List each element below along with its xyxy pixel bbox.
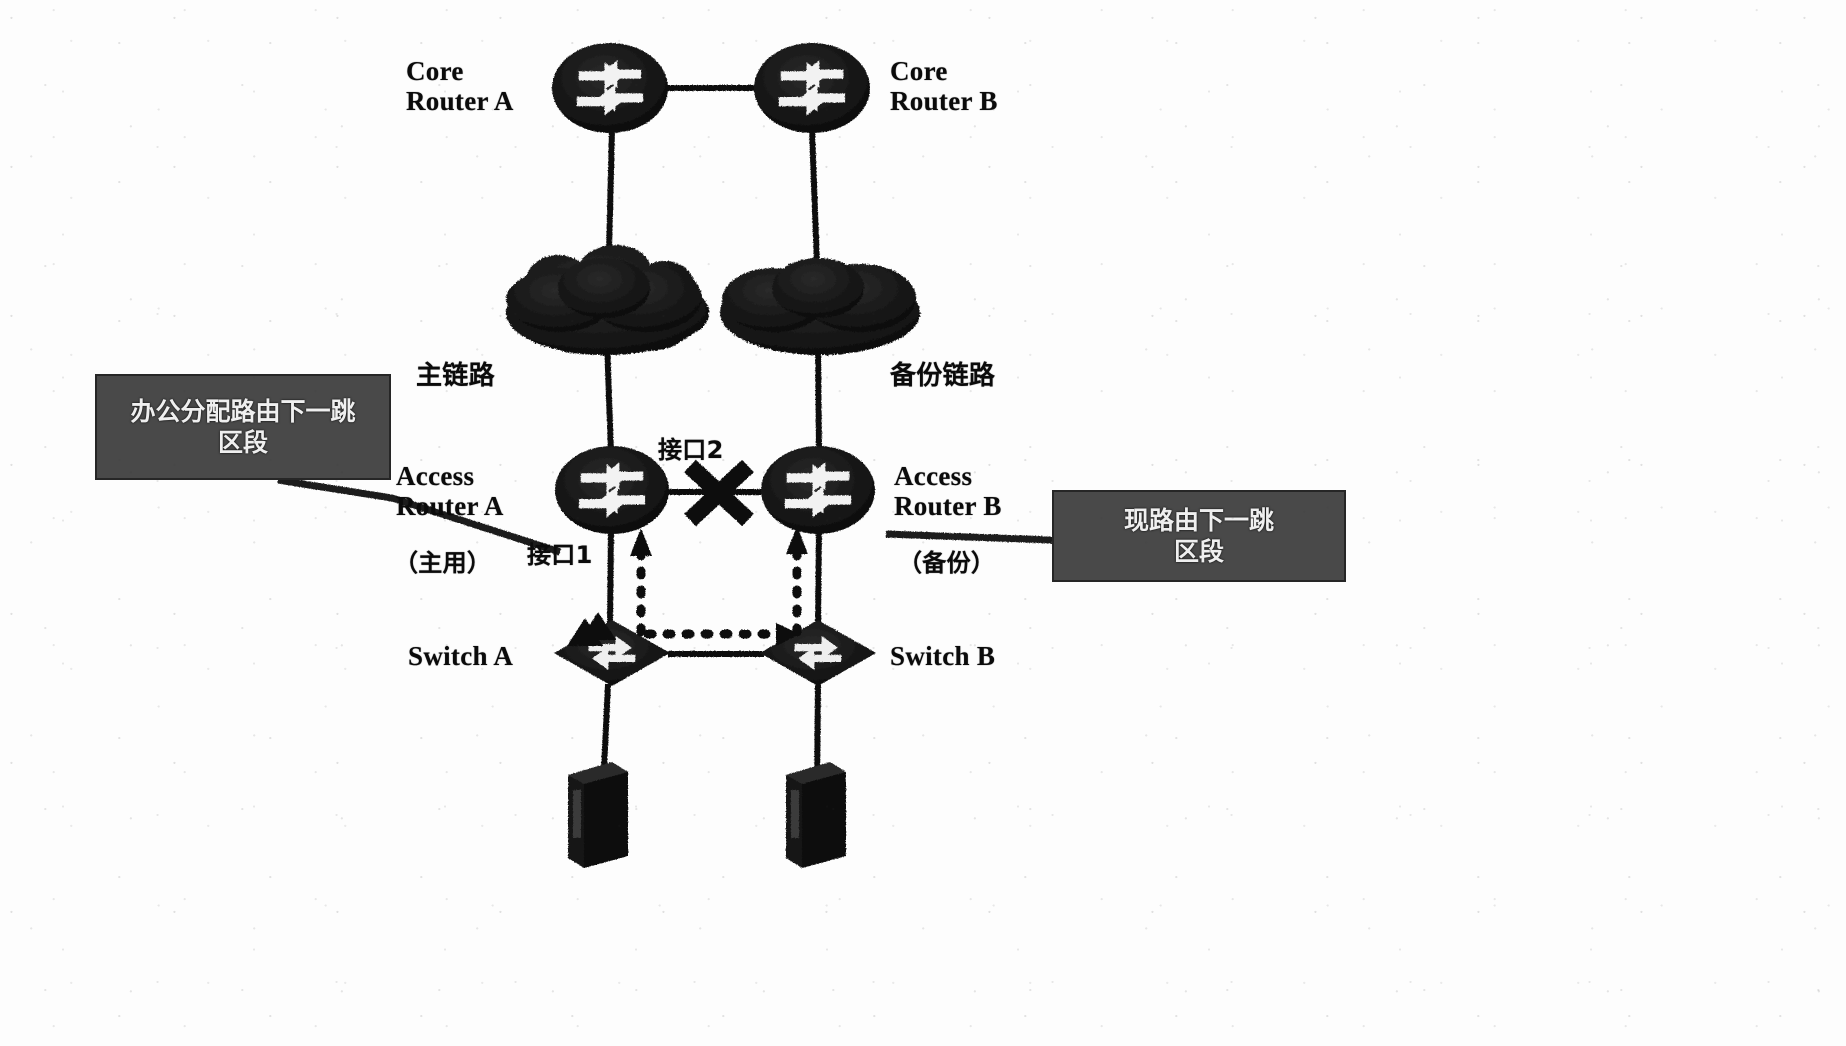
callout-right-line2: 区段 <box>1173 537 1224 566</box>
callout-left: 办公分配路由下一跳 区段 <box>95 374 391 480</box>
label-backup-link: 备份链路 <box>890 361 996 391</box>
cloud-backup-link <box>720 258 920 355</box>
traffic-path-arrowheads <box>630 526 808 646</box>
callout-left-line1: 办公分配路由下一跳 <box>130 396 356 426</box>
network-topology-svg <box>277 43 1053 868</box>
label-switch-a: Switch A <box>408 641 514 671</box>
label-access-router-a-role: （主用） <box>394 549 492 577</box>
label-interface-1: 接口1 <box>527 541 593 569</box>
device-access-router-a <box>555 446 669 534</box>
label-access-router-a: Access Router A <box>396 461 504 522</box>
cloud-primary-link <box>506 244 710 355</box>
diagram-canvas: Core Router A Core Router B 主链路 备份链路 接口2… <box>0 0 1846 1046</box>
leader-line-right-callout <box>885 530 1053 544</box>
callout-left-line2: 区段 <box>217 428 268 457</box>
label-core-router-a: Core Router A <box>406 56 514 117</box>
callout-right-line1: 现路由下一跳 <box>1123 505 1274 535</box>
label-primary-link: 主链路 <box>416 361 495 391</box>
label-access-router-b-role: （备份） <box>898 549 996 577</box>
label-access-router-b: Access Router B <box>894 461 1002 522</box>
device-core-router-a <box>552 43 668 133</box>
device-core-router-b <box>754 43 870 133</box>
device-server-a <box>568 762 628 868</box>
label-interface-2: 接口2 <box>658 436 724 464</box>
label-switch-b: Switch B <box>890 641 996 671</box>
callout-right: 现路由下一跳 区段 <box>1052 490 1346 582</box>
device-access-router-b <box>761 446 875 534</box>
device-server-b <box>786 762 846 868</box>
label-core-router-b: Core Router B <box>890 56 998 117</box>
traffic-path-dotted <box>636 535 802 639</box>
